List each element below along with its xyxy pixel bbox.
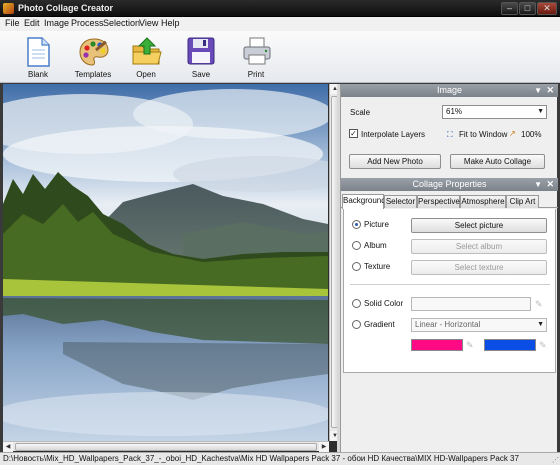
menu-image[interactable]: Image — [44, 18, 69, 28]
blank-label: Blank — [27, 70, 48, 79]
zoom-100-link[interactable]: 100% — [521, 130, 541, 139]
blank-page-icon — [27, 37, 50, 67]
status-bar: D:\Новость\Mix_HD_Wallpapers_Pack_37_-_o… — [0, 452, 560, 465]
chevron-down-icon: ▼ — [537, 321, 544, 328]
window-title: Photo Collage Creator — [18, 3, 114, 13]
select-texture-button[interactable]: Select texture — [411, 260, 547, 275]
collage-panel-header: Collage Properties ▼ ✕ — [341, 178, 558, 191]
scale-value: 61% — [446, 107, 463, 116]
gradient-color-2-swatch[interactable] — [484, 339, 536, 351]
horizontal-scrollbar[interactable]: ◀ ▶ — [3, 441, 329, 452]
gradient-color-1-swatch[interactable] — [411, 339, 463, 351]
minimize-button[interactable]: – — [501, 2, 518, 15]
fit-to-window-link[interactable]: Fit to Window — [459, 130, 507, 139]
collapse-icon[interactable]: ▼ — [534, 178, 542, 191]
menu-file[interactable]: File — [5, 18, 20, 28]
print-label: Print — [247, 70, 265, 79]
tab-selector[interactable]: Selector — [384, 195, 417, 208]
picture-label: Picture — [364, 220, 389, 229]
chevron-down-icon: ▼ — [537, 108, 544, 115]
print-button[interactable]: Print — [232, 33, 280, 81]
interpolate-label: Interpolate Layers — [361, 130, 426, 139]
scroll-left-arrow-icon[interactable]: ◀ — [3, 442, 13, 452]
image-panel-header: Image ▼ ✕ — [341, 84, 558, 97]
open-folder-icon — [132, 37, 162, 65]
add-new-photo-button[interactable]: Add New Photo — [349, 154, 441, 169]
collage-panel-title: Collage Properties — [412, 179, 487, 189]
open-label: Open — [136, 70, 156, 79]
horizontal-scroll-thumb[interactable] — [15, 443, 317, 451]
gradient-label: Gradient — [364, 320, 395, 329]
collage-canvas[interactable]: ▲ ▼ ◀ ▶ — [3, 84, 340, 452]
maximize-button[interactable]: □ — [519, 2, 536, 15]
album-radio[interactable] — [352, 241, 361, 250]
tab-clip-art[interactable]: Clip Art — [506, 195, 539, 208]
save-button[interactable]: Save — [177, 33, 225, 81]
close-panel-icon[interactable]: ✕ — [546, 84, 554, 97]
resize-grip-icon[interactable]: ⋰ — [552, 456, 559, 464]
fit-window-icon[interactable]: ⛶ — [447, 130, 453, 140]
open-button[interactable]: Open — [122, 33, 170, 81]
picture-radio[interactable] — [352, 220, 361, 229]
texture-label: Texture — [364, 262, 391, 271]
divider — [350, 284, 550, 285]
collapse-icon[interactable]: ▼ — [534, 84, 542, 97]
tab-perspective[interactable]: Perspective — [417, 195, 460, 208]
select-picture-button[interactable]: Select picture — [411, 218, 547, 233]
templates-button[interactable]: Templates — [69, 33, 117, 81]
collage-tabs: Background Selector Perspective Atmosphe… — [341, 194, 558, 209]
window-controls: – □ ✕ — [500, 2, 557, 15]
album-label: Album — [364, 241, 387, 250]
toolbar: Blank Templates Open Save Print — [0, 31, 560, 83]
app-icon — [3, 3, 14, 14]
zoom-icon[interactable]: ↗ — [509, 129, 516, 138]
make-auto-collage-button[interactable]: Make Auto Collage — [450, 154, 545, 169]
gradient-select[interactable]: Linear - Horizontal ▼ — [411, 318, 547, 332]
menu-process[interactable]: Process — [71, 18, 104, 28]
scale-select[interactable]: 61% ▼ — [442, 105, 547, 119]
eyedropper-icon[interactable]: ✎ — [466, 340, 476, 350]
background-tab-content: Picture Select picture Album Select albu… — [343, 209, 556, 373]
eyedropper-icon[interactable]: ✎ — [535, 299, 545, 309]
solid-color-field[interactable] — [411, 297, 531, 311]
solid-color-radio[interactable] — [352, 299, 361, 308]
close-button[interactable]: ✕ — [537, 2, 557, 15]
image-panel-title: Image — [436, 85, 462, 95]
properties-panel: Image ▼ ✕ Scale 61% ▼ ✓ Interpolate Laye… — [340, 84, 558, 452]
gradient-radio[interactable] — [352, 320, 361, 329]
collage-photo[interactable] — [3, 84, 328, 441]
menu-bar: File Edit Image Process Selection View H… — [0, 17, 560, 31]
palette-icon — [79, 38, 109, 66]
floppy-disk-icon — [187, 37, 215, 65]
select-album-button[interactable]: Select album — [411, 239, 547, 254]
printer-icon — [243, 37, 271, 65]
tab-atmosphere[interactable]: Atmosphere — [460, 195, 506, 208]
close-panel-icon[interactable]: ✕ — [546, 178, 554, 191]
tab-background[interactable]: Background — [342, 194, 386, 209]
interpolate-checkbox[interactable]: ✓ — [349, 129, 358, 138]
gradient-value: Linear - Horizontal — [415, 320, 481, 329]
blank-button[interactable]: Blank — [14, 33, 62, 81]
menu-selection[interactable]: Selection — [103, 18, 140, 28]
eyedropper-icon[interactable]: ✎ — [539, 340, 549, 350]
solid-color-label: Solid Color — [364, 299, 404, 308]
scale-label: Scale — [350, 108, 371, 117]
menu-edit[interactable]: Edit — [24, 18, 40, 28]
save-label: Save — [191, 70, 211, 79]
scroll-right-arrow-icon[interactable]: ▶ — [319, 442, 329, 452]
menu-help[interactable]: Help — [161, 18, 180, 28]
status-path: D:\Новость\Mix_HD_Wallpapers_Pack_37_-_o… — [3, 454, 519, 463]
title-bar: Photo Collage Creator – □ ✕ — [0, 0, 560, 17]
menu-view[interactable]: View — [139, 18, 158, 28]
templates-label: Templates — [74, 70, 112, 79]
texture-radio[interactable] — [352, 262, 361, 271]
